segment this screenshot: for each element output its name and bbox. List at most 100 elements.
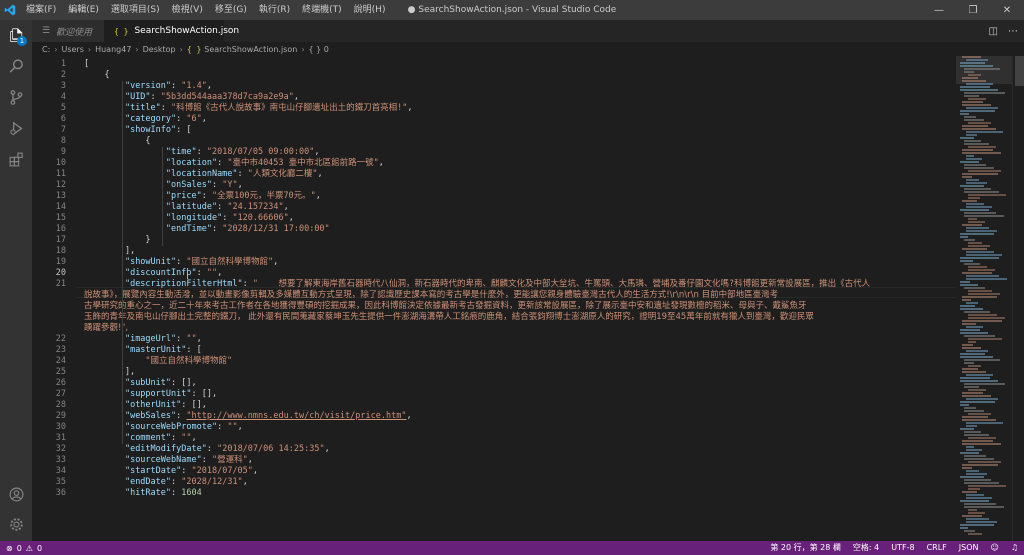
split-editor-icon[interactable]: ◫ xyxy=(989,26,998,37)
settings-gear-icon[interactable] xyxy=(0,509,32,539)
code-token: : xyxy=(196,147,207,157)
source-control-icon[interactable] xyxy=(0,82,32,112)
minimap-line xyxy=(960,233,994,235)
code-line: ], xyxy=(84,367,135,378)
code-token: : xyxy=(211,224,223,234)
minimap-line xyxy=(966,446,974,448)
minimap-line xyxy=(964,119,984,121)
activity-bar: 1 xyxy=(0,20,32,541)
minimize-icon[interactable]: — xyxy=(922,0,956,20)
close-icon[interactable]: ✕ xyxy=(990,0,1024,20)
code-line: "showInfo": [ xyxy=(84,125,192,136)
code-line: "sourceWebName": "營運科", xyxy=(84,455,253,466)
minimap-line xyxy=(960,137,974,139)
menu-item[interactable]: 選取項目(S) xyxy=(105,0,166,20)
breadcrumb-part[interactable]: Huang47 xyxy=(95,45,131,54)
tab-label: SearchShowAction.json xyxy=(134,26,240,36)
account-icon[interactable] xyxy=(0,479,32,509)
minimap[interactable] xyxy=(956,56,1012,541)
code-token: : xyxy=(176,257,187,267)
code-token: "營運科" xyxy=(211,455,248,465)
minimap-line xyxy=(964,335,995,337)
breadcrumb-symbol[interactable]: { } 0 xyxy=(309,45,329,54)
breadcrumb-part[interactable]: Desktop xyxy=(143,45,176,54)
code-token: "discountInfo" xyxy=(124,268,197,278)
files-icon[interactable]: 1 xyxy=(0,20,32,50)
problems-indicator[interactable]: ⊗ 0 ⚠ 0 xyxy=(0,544,42,553)
minimap-line xyxy=(964,239,975,241)
code-token: "全票100元，半票70元。" xyxy=(211,191,316,201)
code-line: "subUnit": [], xyxy=(84,378,197,389)
code-token: : xyxy=(242,279,253,289)
code-line: { xyxy=(84,136,150,147)
minimap-line xyxy=(966,227,989,229)
code-token: "time" xyxy=(165,147,197,157)
end-of-line[interactable]: CRLF xyxy=(927,541,947,555)
menu-item[interactable]: 移至(G) xyxy=(209,0,253,20)
menu-item[interactable]: 檢視(V) xyxy=(166,0,209,20)
code-token: "2018/07/05" xyxy=(191,466,253,476)
minimap-line xyxy=(968,413,991,415)
breadcrumb-part[interactable]: Users xyxy=(61,45,83,54)
more-actions-icon[interactable]: ⋯ xyxy=(1008,26,1018,37)
minimap-line xyxy=(962,173,998,175)
minimap-line xyxy=(962,224,982,226)
line-number: 13 xyxy=(55,191,66,201)
minimap-line xyxy=(962,299,971,301)
code-token: "http://www.nmns.edu.tw/ch/visit/price.h… xyxy=(186,411,407,421)
line-number: 14 xyxy=(55,202,66,212)
line-number: 11 xyxy=(55,169,66,179)
code-token: "5b3dd544aaa378d7ca9a2e9a" xyxy=(160,92,294,102)
minimap-line xyxy=(962,515,982,517)
minimap-line xyxy=(966,521,997,523)
indentation[interactable]: 空格: 4 xyxy=(853,541,879,555)
code-editor[interactable]: 1 2 3 4 5 6 7 8 9 10 11 12 13 14 15 16 17 18 19 20 21 22 23 24 2… xyxy=(32,56,956,541)
code-line: ], xyxy=(84,246,135,257)
minimap-line xyxy=(962,104,991,106)
minimap-line xyxy=(962,296,997,298)
code-line: "showUnit": "國立自然科學博物館", xyxy=(84,257,278,268)
restore-icon[interactable]: ❐ xyxy=(956,0,990,20)
tab-welcome[interactable]: ☰ 歡迎使用 xyxy=(32,20,104,42)
cursor-position[interactable]: 第 20 行，第 28 欄 xyxy=(770,541,841,555)
code-token: , xyxy=(315,191,321,201)
tab-searchshowaction-json[interactable]: { } SearchShowAction.json xyxy=(104,20,239,42)
vscode-logo-icon xyxy=(0,0,20,20)
code-token: , xyxy=(196,334,202,344)
minimap-line xyxy=(964,383,1005,385)
breadcrumb-part[interactable]: C: xyxy=(42,45,50,54)
menu-item[interactable]: 執行(R) xyxy=(253,0,296,20)
breadcrumb-file[interactable]: SearchShowAction.json xyxy=(204,45,297,54)
feedback-icon[interactable]: ☺ xyxy=(990,541,998,555)
line-number: 3 xyxy=(60,81,66,91)
menu-item[interactable]: 編輯(E) xyxy=(62,0,105,20)
minimap-line xyxy=(960,428,974,430)
vertical-scrollbar[interactable] xyxy=(1012,56,1024,541)
menu-item[interactable]: 檔案(F) xyxy=(20,0,62,20)
code-area[interactable]: [ { "version": "1.4", "UID": "5b3dd544aa… xyxy=(84,56,954,541)
code-token: : xyxy=(150,92,161,102)
minimap-line xyxy=(960,377,990,379)
minimap-line xyxy=(964,311,990,313)
scrollbar-thumb[interactable] xyxy=(1015,56,1024,86)
encoding[interactable]: UTF-8 xyxy=(891,541,914,555)
extensions-icon[interactable] xyxy=(0,144,32,174)
code-token: "Y" xyxy=(222,180,238,190)
minimap-line xyxy=(964,95,979,97)
minimap-line xyxy=(968,122,991,124)
minimap-line xyxy=(960,353,985,355)
search-icon[interactable] xyxy=(0,51,32,81)
bell-icon[interactable]: ♫ xyxy=(1011,541,1018,555)
minimap-line xyxy=(966,203,984,205)
menu-item[interactable]: 終端機(T) xyxy=(296,0,348,20)
language-mode[interactable]: JSON xyxy=(959,541,979,555)
code-token: "showUnit" xyxy=(124,257,177,267)
run-debug-icon[interactable] xyxy=(0,113,32,143)
menu-item[interactable]: 說明(H) xyxy=(348,0,392,20)
